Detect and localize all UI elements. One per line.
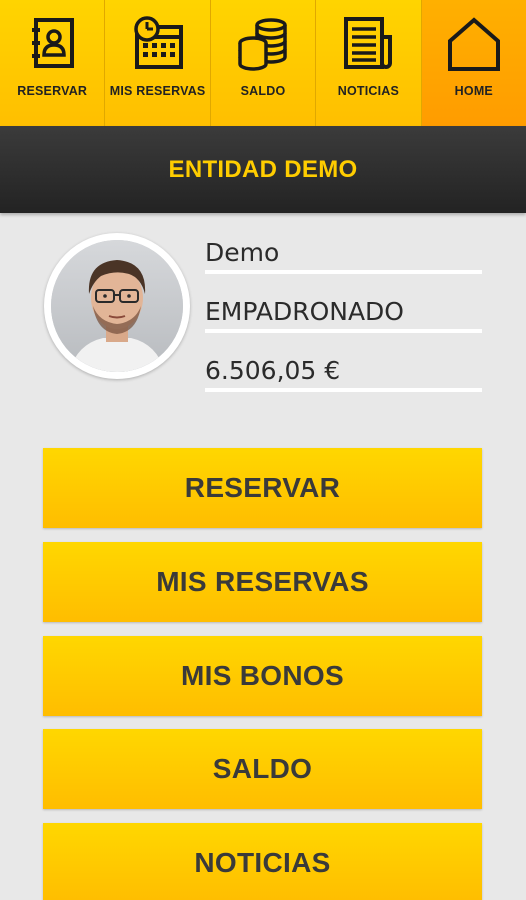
nav-item-saldo[interactable]: SALDO — [211, 0, 317, 126]
user-balance: 6.506,05 € — [205, 356, 341, 385]
user-status: EMPADRONADO — [205, 297, 404, 326]
user-name-field: Demo — [205, 232, 482, 274]
noticias-button-label: NOTICIAS — [194, 847, 331, 878]
nav-label-reservar: RESERVAR — [17, 84, 88, 98]
page-title: ENTIDAD DEMO — [168, 155, 358, 183]
nav-item-noticias[interactable]: NOTICIAS — [316, 0, 422, 126]
user-balance-field: 6.506,05 € — [205, 350, 482, 392]
home-icon — [443, 14, 505, 74]
saldo-button-label: SALDO — [212, 753, 313, 784]
mis-reservas-button-label: MIS RESERVAS — [156, 566, 369, 597]
user-name: Demo — [205, 238, 280, 267]
mis-reservas-button[interactable]: MIS RESERVAS — [43, 542, 482, 622]
nav-item-reservar[interactable]: RESERVAR — [0, 0, 106, 126]
mis-bonos-button[interactable]: MIS BONOS — [43, 636, 482, 716]
mis-bonos-button-label: MIS BONOS — [181, 660, 344, 691]
coin-stack-icon — [232, 14, 294, 74]
newspaper-icon — [337, 14, 399, 74]
nav-label-home: HOME — [454, 84, 493, 98]
reservar-button-label: RESERVAR — [184, 472, 341, 503]
avatar — [44, 233, 190, 379]
address-book-icon — [21, 14, 83, 74]
calendar-clock-icon — [127, 14, 189, 74]
nav-item-mis-reservas[interactable]: MIS RESERVAS — [105, 0, 211, 126]
nav-label-mis-reservas: MIS RESERVAS — [109, 84, 206, 98]
user-photo — [51, 240, 183, 372]
reservar-button[interactable]: RESERVAR — [43, 448, 482, 528]
nav-label-noticias: NOTICIAS — [337, 84, 400, 98]
user-status-field: EMPADRONADO — [205, 291, 482, 333]
entity-header: ENTIDAD DEMO — [0, 126, 526, 213]
top-navigation: RESERVAR MIS RESERVAS SALDO NOTICIAS HOM… — [0, 0, 526, 126]
nav-item-home[interactable]: HOME — [421, 0, 526, 126]
app-screen: RESERVAR MIS RESERVAS SALDO NOTICIAS HOM… — [0, 0, 526, 900]
noticias-button[interactable]: NOTICIAS — [43, 823, 482, 900]
saldo-button[interactable]: SALDO — [43, 729, 482, 809]
nav-label-saldo: SALDO — [240, 84, 286, 98]
